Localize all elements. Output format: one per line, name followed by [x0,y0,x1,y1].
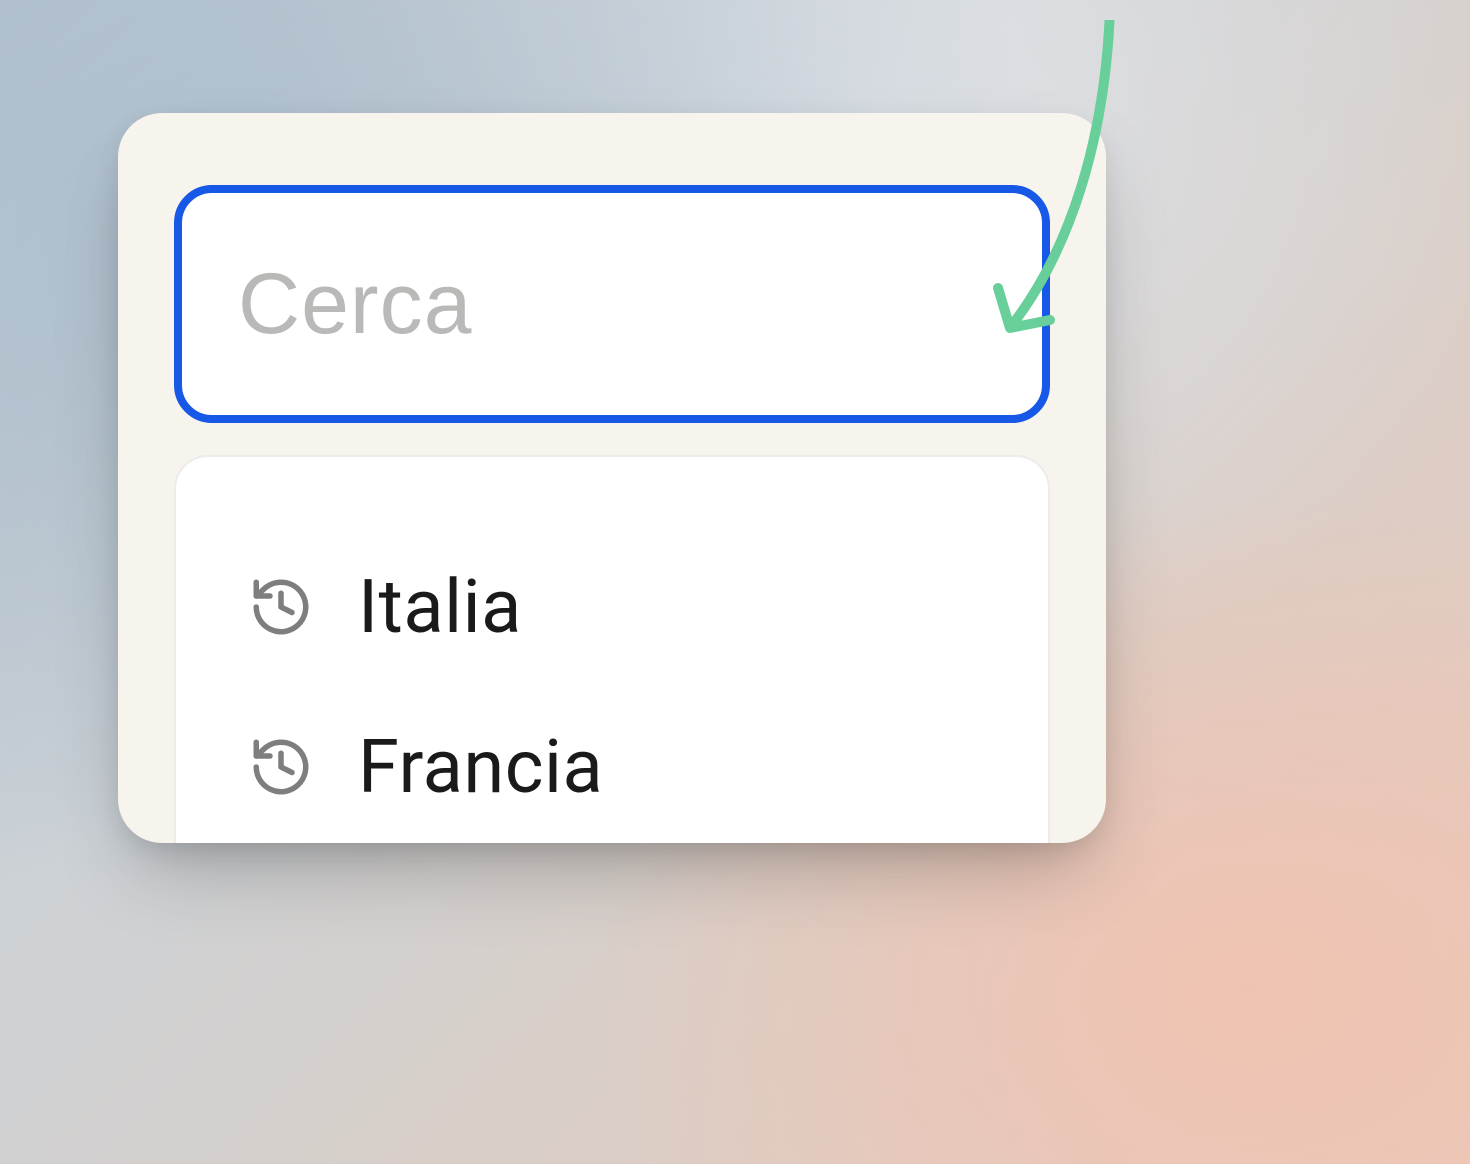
search-input[interactable] [238,255,986,354]
result-label: Francia [358,724,603,811]
result-item[interactable]: Italia [248,529,976,685]
history-icon [248,574,314,640]
search-card: Italia Francia [118,113,1106,843]
result-item[interactable]: Francia [248,689,976,843]
search-field-wrap[interactable] [174,185,1050,423]
results-list: Italia Francia [174,455,1050,843]
history-icon [248,734,314,800]
result-label: Italia [358,564,522,651]
